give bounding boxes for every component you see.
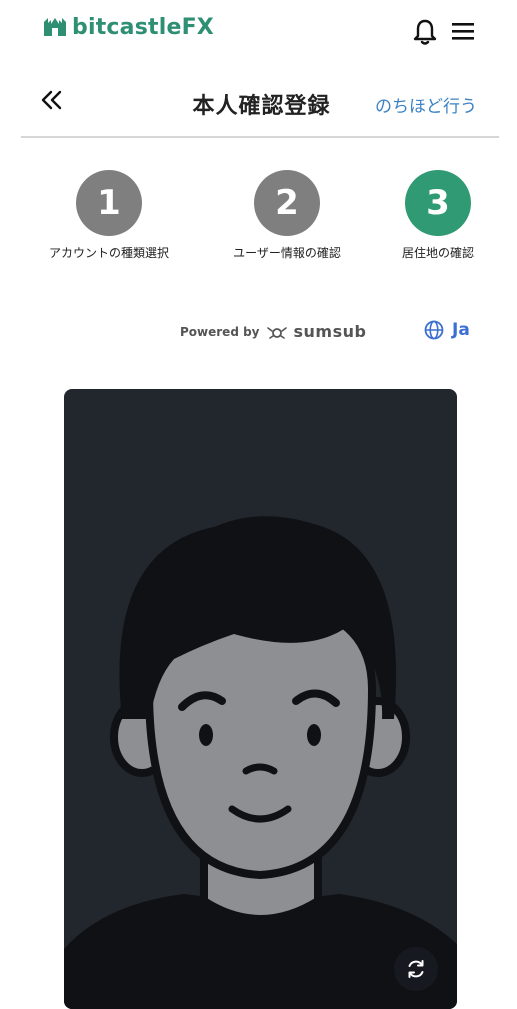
step-2-circle: 2: [254, 170, 320, 236]
logo-suffix: FX: [181, 14, 214, 40]
bitcastle-logo[interactable]: bitcastleFX: [42, 14, 214, 40]
sumsub-logo-icon: [266, 326, 287, 339]
refresh-icon: [408, 960, 424, 978]
step-1-label: アカウントの種類選択: [48, 246, 169, 260]
person-avatar-illustration: [64, 516, 457, 1009]
sumsub-brand: sumsub: [293, 322, 367, 341]
camera-preview: [64, 389, 457, 1009]
refresh-camera-button[interactable]: [394, 947, 438, 991]
step-1: 1 アカウントの種類選択: [29, 170, 189, 261]
hamburger-menu-icon[interactable]: [452, 22, 474, 40]
step-2-label: ユーザー情報の確認: [233, 246, 341, 260]
step-3-circle: 3: [405, 170, 471, 236]
top-header: bitcastleFX: [0, 0, 517, 64]
step-3: 3 居住地の確認: [358, 170, 517, 261]
step-indicator: 1 アカウントの種類選択 2 ユーザー情報の確認 3 居住地の確認: [0, 170, 517, 270]
castle-logo-icon: [44, 18, 66, 36]
logo-prefix: bitcastle: [72, 14, 182, 40]
step-2: 2 ユーザー情報の確認: [207, 170, 367, 261]
do-later-link[interactable]: のちほど行う: [375, 92, 477, 117]
step-1-circle: 1: [76, 170, 142, 236]
language-selector[interactable]: Ja: [424, 320, 470, 340]
powered-by-text: Powered by: [180, 324, 260, 339]
bell-icon[interactable]: [412, 18, 438, 46]
step-3-label: 居住地の確認: [401, 246, 474, 260]
header-divider: [21, 136, 499, 138]
globe-icon: [424, 320, 444, 340]
title-row: 本人確認登録 のちほど行う: [0, 64, 517, 138]
powered-by-sumsub: Powered by sumsub: [180, 322, 366, 341]
language-code: Ja: [452, 320, 470, 340]
